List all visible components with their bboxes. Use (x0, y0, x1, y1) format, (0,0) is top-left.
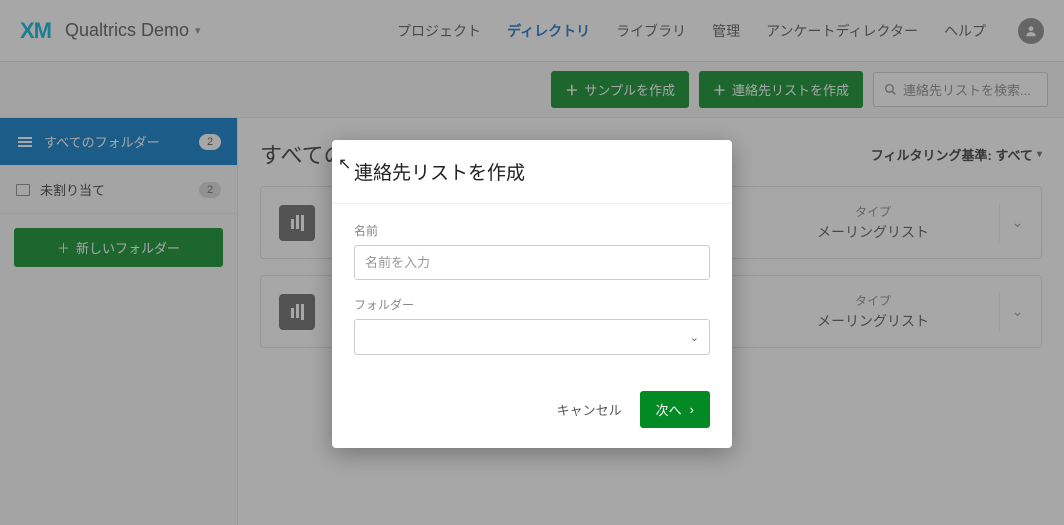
modal-overlay[interactable]: ↖ 連絡先リストを作成 名前 フォルダー ⌄ キャンセル 次へ › (0, 0, 1064, 525)
next-button[interactable]: 次へ › (640, 391, 710, 428)
modal-footer: キャンセル 次へ › (332, 377, 732, 448)
modal-title: ↖ 連絡先リストを作成 (332, 140, 732, 204)
name-label: 名前 (354, 222, 710, 239)
modal-body: 名前 フォルダー ⌄ (332, 204, 732, 377)
chevron-down-icon: ⌄ (690, 331, 699, 344)
cancel-button[interactable]: キャンセル (557, 400, 622, 419)
name-input[interactable] (354, 245, 710, 280)
create-list-modal: ↖ 連絡先リストを作成 名前 フォルダー ⌄ キャンセル 次へ › (332, 140, 732, 448)
chevron-right-icon: › (690, 402, 694, 417)
next-label: 次へ (656, 400, 682, 419)
folder-select[interactable]: ⌄ (354, 319, 710, 355)
folder-label: フォルダー (354, 296, 710, 313)
cursor-icon: ↖ (338, 154, 351, 174)
